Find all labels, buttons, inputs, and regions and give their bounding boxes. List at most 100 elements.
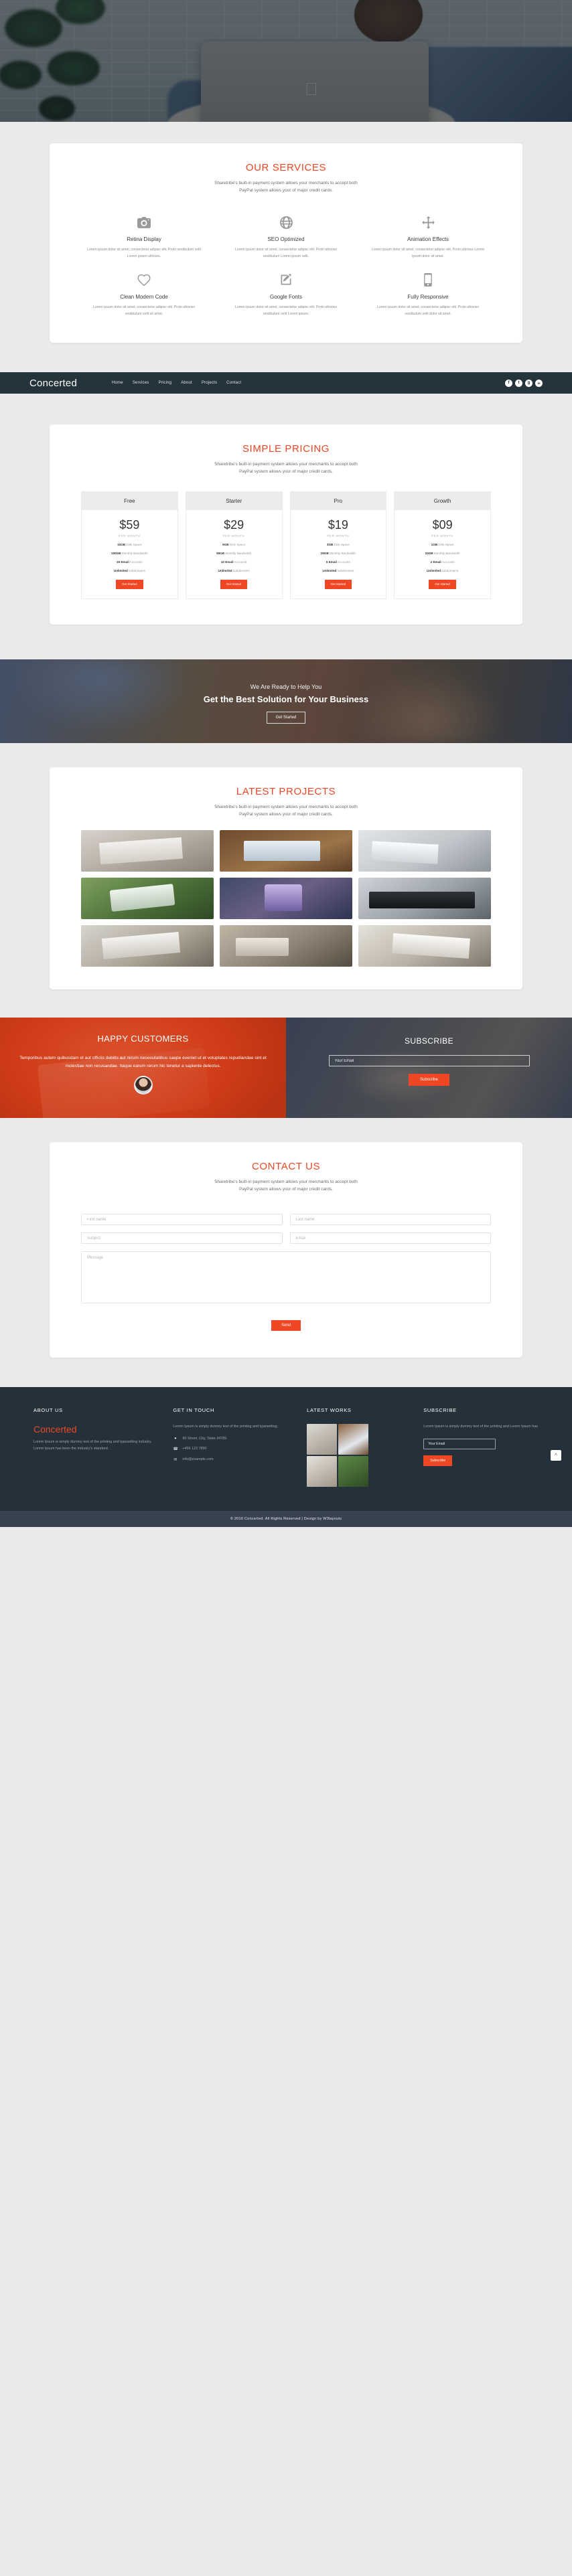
map-pin-icon: ● <box>174 1436 177 1441</box>
footer-subscribe-column: SUBSCRIBE Lorem Ipsum is simply dummy te… <box>423 1407 539 1487</box>
footer-work-thumbnail[interactable] <box>307 1456 338 1487</box>
cta-get-started-button[interactable]: Get Started <box>266 712 306 724</box>
plan-feature: 5 Email Accounts <box>326 560 350 564</box>
plan-cta-button[interactable]: Get Started <box>220 580 248 589</box>
nav-link-about[interactable]: About <box>181 381 192 385</box>
plan-name: Free <box>82 492 177 510</box>
first-name-field[interactable] <box>81 1214 283 1225</box>
avatar <box>133 1076 153 1095</box>
plan-feature: 10GB Monthly Bandwidth <box>425 552 460 555</box>
nav-link-home[interactable]: Home <box>112 381 123 385</box>
service-title: Google Fonts <box>269 294 303 300</box>
send-button[interactable]: Send <box>271 1320 301 1331</box>
google-plus-icon[interactable]: g <box>525 379 532 387</box>
service-item-clean-modern-code: Clean Modern Code Lorem ipsum dolor sit … <box>76 265 212 320</box>
project-thumbnail[interactable] <box>81 878 214 919</box>
message-field[interactable] <box>81 1251 491 1303</box>
plan-feature: Unlimited subdomains <box>218 569 250 572</box>
services-subtitle-line2: PayPal system allows your of major credi… <box>239 188 333 193</box>
projects-card: LATEST PROJECTS Sharetribe's built-in pa… <box>50 767 522 989</box>
cta-subtitle: We Are Ready to Help You <box>250 683 322 690</box>
project-thumbnail[interactable] <box>358 925 491 967</box>
footer-works-column: LATEST WORKS <box>307 1407 405 1487</box>
hero-overlay <box>0 0 572 122</box>
plan-cta-button[interactable]: Get Started <box>429 580 456 589</box>
plan-feature: 10GB Disk Space <box>117 543 142 546</box>
services-title: OUR SERVICES <box>245 162 327 173</box>
plan-feature: Unlimited subdomains <box>427 569 459 572</box>
service-title: SEO Optimized <box>267 236 305 242</box>
subscribe-panel: SUBSCRIBE Subscribe <box>286 1018 572 1118</box>
linkedin-icon[interactable]: in <box>535 379 543 387</box>
plan-feature: 100GB Monthly Bandwidth <box>111 552 148 555</box>
project-thumbnail[interactable] <box>358 878 491 919</box>
service-text: Lorem ipsum dolor sit amet, consectetur … <box>235 248 337 258</box>
pricing-plan-starter: Starter $29 PER MONTH 5GB Disk Space 50G… <box>185 491 283 599</box>
project-thumbnail[interactable] <box>220 925 352 967</box>
plan-cta-button[interactable]: Get Started <box>324 580 352 589</box>
footer-work-thumbnail[interactable] <box>338 1456 369 1487</box>
pricing-plan-pro: Pro $19 PER MONTH 3GB Disk Space 25GB Mo… <box>289 491 387 599</box>
nav-link-pricing[interactable]: Pricing <box>158 381 171 385</box>
envelope-icon: ✉ <box>173 1457 177 1462</box>
footer-subscribe-heading: SUBSCRIBE <box>423 1407 457 1413</box>
footer-about-text: Lorem Ipsum is simply dummy text of the … <box>33 1440 152 1451</box>
footer-work-thumbnail[interactable] <box>338 1424 369 1455</box>
nav-links: Home Services Pricing About Projects Con… <box>112 381 241 385</box>
services-card: OUR SERVICES Sharetribe's built-in payme… <box>50 143 522 343</box>
hero-banner:  <box>0 0 572 122</box>
nav-link-services[interactable]: Services <box>133 381 149 385</box>
heart-icon <box>84 272 204 288</box>
chevron-up-icon[interactable]: ^ <box>551 1450 561 1461</box>
footer-phone-line: ☎ +456 123 7890 <box>173 1447 288 1451</box>
email-field[interactable] <box>289 1232 491 1244</box>
arrows-move-icon <box>368 214 488 230</box>
phone-icon: ☎ <box>173 1447 178 1451</box>
last-name-field[interactable] <box>289 1214 491 1225</box>
footer-subscribe-button[interactable]: Subscribe <box>423 1455 453 1466</box>
projects-subtitle-line2: PayPal system allows your of major credi… <box>239 812 333 817</box>
footer-work-thumbnail[interactable] <box>307 1424 338 1455</box>
plan-feature: 50GB Monthly Bandwidth <box>216 552 252 555</box>
contact-subtitle-line1: Sharetribe's built-in payment system all… <box>214 1180 358 1184</box>
copyright-bar: © 2016 Concerted. All Rights Reserved | … <box>0 1511 572 1527</box>
plan-feature: 3GB Disk Space <box>326 543 350 546</box>
brand-logo[interactable]: Concerted <box>29 378 77 389</box>
subscribe-button[interactable]: Subscribe <box>409 1074 449 1086</box>
happy-customers-text: Temporibus autem quibusdam et aut offici… <box>19 1056 267 1068</box>
twitter-icon[interactable]: t <box>515 379 522 387</box>
footer-contact-column: GET IN TOUCH Lorem Ipsum is simply dummy… <box>173 1407 288 1487</box>
contact-title: CONTACT US <box>251 1161 321 1172</box>
project-thumbnail[interactable] <box>81 925 214 967</box>
project-thumbnail[interactable] <box>220 878 352 919</box>
service-title: Animation Effects <box>407 236 449 242</box>
facebook-icon[interactable]: f <box>505 379 512 387</box>
contact-form: Send <box>50 1193 522 1358</box>
service-text: Lorem ipsum dolor sit amet, consectetur … <box>371 248 485 258</box>
subject-field[interactable] <box>81 1232 283 1244</box>
project-thumbnail[interactable] <box>220 830 352 872</box>
service-text: Lorem ipsum dolor sit amet, consectetur … <box>93 305 195 316</box>
plan-feature: 25GB Monthly Bandwidth <box>320 552 356 555</box>
project-thumbnail[interactable] <box>358 830 491 872</box>
footer: ABOUT US Concerted Lorem Ipsum is simply… <box>0 1387 572 1511</box>
footer-email[interactable]: info@example.com <box>182 1457 213 1461</box>
services-section: OUR SERVICES Sharetribe's built-in payme… <box>0 122 572 372</box>
social-links: f t g in <box>505 379 543 387</box>
plan-cta-button[interactable]: Get Started <box>116 580 143 589</box>
projects-grid <box>50 818 522 989</box>
service-item-animation-effects: Animation Effects Lorem ipsum dolor sit … <box>360 208 496 262</box>
service-text: Lorem ipsum dolor sit amet, consectetur … <box>87 248 201 258</box>
plan-feature: 1GB Disk Space <box>431 543 454 546</box>
nav-link-projects[interactable]: Projects <box>202 381 217 385</box>
nav-link-contact[interactable]: Contact <box>226 381 241 385</box>
projects-section: LATEST PROJECTS Sharetribe's built-in pa… <box>0 743 572 1018</box>
plan-price: $29 <box>224 518 244 532</box>
project-thumbnail[interactable] <box>81 830 214 872</box>
footer-touch-heading: GET IN TOUCH <box>173 1407 215 1413</box>
pricing-plans: Free $59 PER MONTH 10GB Disk Space 100GB… <box>50 475 522 599</box>
subscribe-email-input[interactable] <box>328 1055 530 1066</box>
service-title: Clean Modern Code <box>120 294 168 300</box>
service-item-retina-display: Retina Display Lorem ipsum dolor sit ame… <box>76 208 212 262</box>
footer-email-input[interactable] <box>423 1438 496 1449</box>
